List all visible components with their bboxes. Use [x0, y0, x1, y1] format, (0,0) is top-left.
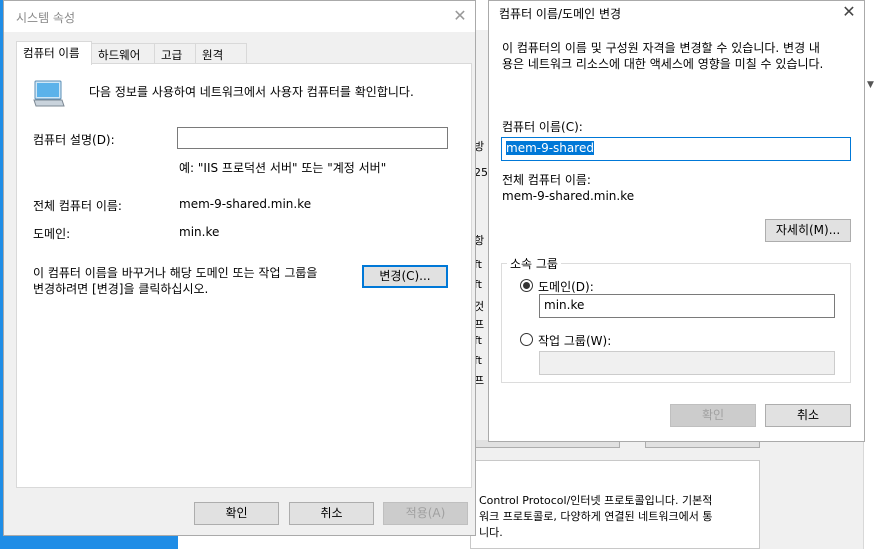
computer-description-label: 컴퓨터 설명(D):: [33, 133, 115, 147]
full-computer-name-value: mem-9-shared.min.ke: [502, 189, 635, 203]
tab-advanced[interactable]: 고급: [154, 43, 196, 64]
background-description-line: 워크 프로토콜로, 다양하게 연결된 네트워크에서 통: [479, 510, 713, 523]
ok-button[interactable]: 확인: [670, 404, 756, 427]
ok-button[interactable]: 확인: [194, 502, 279, 525]
domain-input[interactable]: min.ke: [539, 294, 835, 318]
tab-label: 원격: [202, 48, 224, 62]
apply-button[interactable]: 적용(A): [383, 502, 468, 525]
domain-value: min.ke: [179, 225, 220, 239]
tab-remote[interactable]: 원격: [195, 43, 247, 64]
background-window-lower: Control Protocol/인터넷 프로토콜입니다. 기본적 워크 프로토…: [470, 440, 865, 549]
tab-computer-name[interactable]: 컴퓨터 이름: [16, 41, 92, 65]
dialog-intro-line: 용은 네트워크 리소스에 대한 액세스에 영향을 미칠 수 있습니다.: [502, 57, 824, 71]
workgroup-radio[interactable]: [520, 333, 533, 346]
tab-label: 하드웨어: [98, 48, 141, 62]
tab-hardware[interactable]: 하드웨어: [91, 43, 155, 64]
title-bar: 컴퓨터 이름/도메인 변경 ✕: [489, 1, 864, 25]
rename-text-line: 이 컴퓨터 이름을 바꾸거나 해당 도메인 또는 작업 그룹을: [33, 266, 318, 280]
dialog-body: 이 컴퓨터의 이름 및 구성원 자격을 변경할 수 있습니다. 변경 내 용은 …: [489, 25, 864, 441]
dialog-title: 컴퓨터 이름/도메인 변경: [499, 7, 622, 21]
change-button[interactable]: 변경(C)...: [362, 265, 448, 288]
full-computer-name-value: mem-9-shared.min.ke: [179, 197, 312, 211]
domain-radio-label[interactable]: 도메인(D):: [538, 278, 594, 295]
rename-text-line: 변경하려면 [변경]을 클릭하십시오.: [33, 282, 209, 296]
tab-label: 고급: [161, 48, 183, 62]
scroll-down-icon[interactable]: ▼: [863, 80, 878, 100]
full-computer-name-label: 전체 컴퓨터 이름:: [502, 173, 591, 187]
workgroup-input[interactable]: [539, 351, 835, 375]
rename-dialog: 컴퓨터 이름/도메인 변경 ✕ 이 컴퓨터의 이름 및 구성원 자격을 변경할 …: [488, 0, 865, 442]
background-description-box: Control Protocol/인터넷 프로토콜입니다. 기본적 워크 프로토…: [470, 460, 760, 549]
computer-name-input[interactable]: mem-9-shared: [501, 137, 851, 161]
full-computer-name-label: 전체 컴퓨터 이름:: [33, 199, 122, 213]
dialog-intro-line: 이 컴퓨터의 이름 및 구성원 자격을 변경할 수 있습니다. 변경 내: [502, 41, 820, 55]
background-fragment: 25: [474, 166, 488, 179]
domain-radio[interactable]: [520, 279, 533, 292]
computer-icon: [33, 80, 65, 107]
computer-name-label: 컴퓨터 이름(C):: [502, 120, 583, 134]
intro-text: 다음 정보를 사용하여 네트워크에서 사용자 컴퓨터를 확인합니다.: [89, 85, 414, 99]
computer-description-input[interactable]: [177, 127, 448, 149]
example-text: 예: "IIS 프로덕션 서버" 또는 "계정 서버": [179, 161, 387, 175]
cancel-button[interactable]: 취소: [289, 502, 374, 525]
tab-label: 컴퓨터 이름: [23, 46, 80, 60]
background-description-line: Control Protocol/인터넷 프로토콜입니다. 기본적: [479, 494, 713, 507]
workgroup-radio-label[interactable]: 작업 그룹(W):: [538, 332, 611, 349]
system-properties-window: 시스템 속성 ✕ 컴퓨터 이름 하드웨어 고급 원격 다음 정보를 사용하여 네…: [3, 0, 476, 536]
cancel-button[interactable]: 취소: [765, 404, 851, 427]
background-description: Control Protocol/인터넷 프로토콜입니다. 기본적 워크 프로토…: [479, 493, 759, 541]
tab-panel: 다음 정보를 사용하여 네트워크에서 사용자 컴퓨터를 확인합니다. 컴퓨터 설…: [16, 63, 472, 488]
close-icon[interactable]: ✕: [837, 1, 861, 23]
window-title: 시스템 속성: [16, 11, 76, 25]
computer-name-value: mem-9-shared: [506, 141, 594, 155]
title-bar: 시스템 속성 ✕: [4, 1, 475, 32]
close-icon[interactable]: ✕: [448, 5, 472, 27]
member-of-label: 소속 그룹: [507, 255, 561, 272]
domain-label: 도메인:: [33, 227, 71, 241]
background-description-line: 니다.: [479, 526, 503, 539]
more-button[interactable]: 자세히(M)...: [765, 219, 851, 242]
